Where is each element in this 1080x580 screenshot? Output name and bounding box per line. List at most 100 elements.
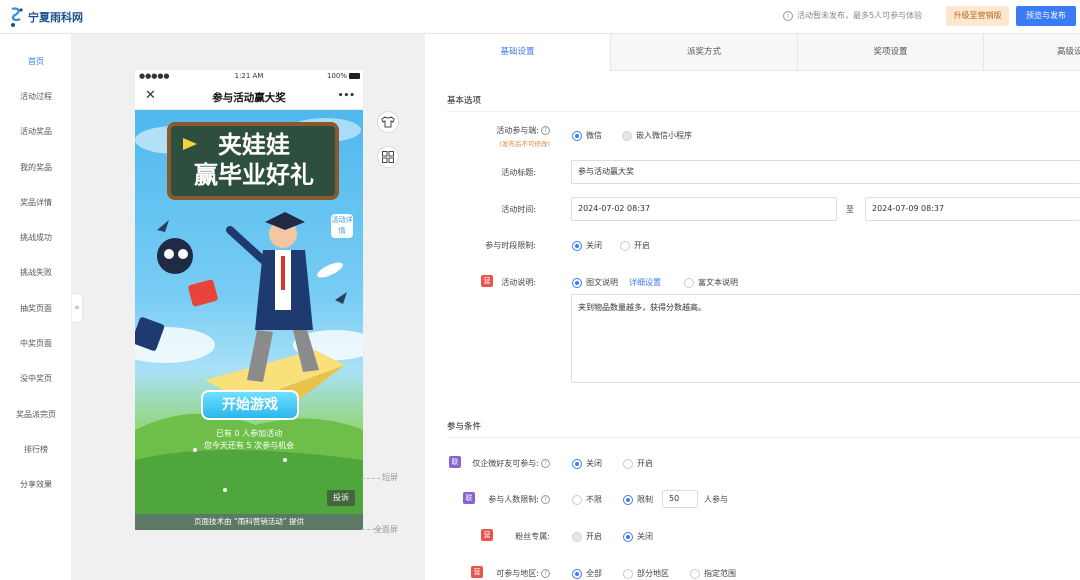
region-option-label: 指定范围: [704, 569, 736, 578]
short-screen-guide: [362, 478, 380, 479]
poster-title-line2: 赢毕业好礼: [194, 161, 314, 189]
sidebar-item-no-win[interactable]: 没中奖页: [0, 373, 72, 384]
report-button[interactable]: 投诉: [327, 490, 355, 506]
region-option-partial[interactable]: 部分地区: [623, 568, 669, 579]
radio-on: [572, 277, 582, 288]
slot-option-on[interactable]: 开启: [620, 240, 650, 251]
layout-tool-button[interactable]: [377, 146, 399, 168]
publish-notice: i 活动暂未发布，最多5人可参与体验: [783, 10, 922, 21]
upgrade-button[interactable]: 升级至营销版: [946, 6, 1009, 26]
sidebar-item-fail[interactable]: 挑战失败: [0, 267, 72, 278]
radio-disabled: [572, 531, 582, 542]
help-icon[interactable]: ?: [541, 126, 550, 135]
radio-on: [572, 458, 582, 469]
sidebar-item-sold-out[interactable]: 奖品派完页: [0, 409, 72, 420]
phone-preview: ●●●●● 1:21 AM 100% ✕ 参与活动赢大奖 ••• 夹娃娃 赢毕业…: [135, 70, 363, 530]
battery-text: 100%: [326, 72, 347, 80]
collapse-sidebar-button[interactable]: «: [72, 293, 83, 323]
tab-award-method[interactable]: 派奖方式: [611, 34, 798, 71]
sidebar-item-share[interactable]: 分享效果: [0, 479, 72, 490]
sidebar-item-my-prizes[interactable]: 我的奖品: [0, 162, 72, 173]
sidebar-item-winning[interactable]: 中奖页面: [0, 338, 72, 349]
sidebar-item-lottery[interactable]: 抽奖页面: [0, 303, 72, 314]
divider: [447, 111, 1080, 112]
marketing-badge: 营: [481, 275, 493, 287]
grid-icon: [382, 151, 394, 163]
union-badge: 联: [449, 456, 461, 468]
battery-icon: [349, 73, 360, 79]
logo-icon: [11, 7, 23, 27]
help-icon[interactable]: ?: [541, 495, 550, 504]
fans-option-label: 关闭: [637, 532, 653, 541]
desc-option-richtext[interactable]: 富文本说明: [684, 277, 738, 288]
start-game-button[interactable]: 开始游戏: [201, 390, 299, 420]
description-textarea[interactable]: 夹到物品数量越多，获得分数越高。: [571, 294, 1080, 383]
help-icon[interactable]: ?: [541, 569, 550, 578]
radio-disabled: [622, 130, 632, 141]
count-option-unlimited[interactable]: 不限: [572, 494, 602, 505]
more-icon[interactable]: •••: [338, 91, 355, 101]
radio-off: [572, 494, 582, 505]
end-time-input[interactable]: 2024-07-09 08:37: [865, 197, 1080, 221]
radio-on: [572, 568, 582, 579]
entry-label-text: 活动参与端:: [496, 126, 539, 135]
phone-nav-bar: ✕ 参与活动赢大奖 •••: [135, 84, 363, 110]
phone-status-bar: ●●●●● 1:21 AM 100%: [135, 70, 363, 84]
sidebar-item-prize-detail[interactable]: 奖品详情: [0, 197, 72, 208]
settings-tabs: 基础设置 派奖方式 奖项设置 高级设: [425, 34, 1080, 71]
radio-off: [623, 568, 633, 579]
count-limit-input[interactable]: 50: [662, 490, 698, 508]
desc-option-label: 富文本说明: [698, 278, 738, 287]
fans-option-label: 开启: [586, 532, 602, 541]
shirt-icon: [381, 116, 395, 128]
sidebar-item-success[interactable]: 挑战成功: [0, 232, 72, 243]
fans-only-label: 粉丝专属:: [515, 532, 550, 541]
tab-basic[interactable]: 基础设置: [425, 34, 611, 71]
radio-off: [684, 277, 694, 288]
desc-option-graphic[interactable]: 图文说明: [572, 277, 618, 288]
description-label: 活动说明:: [501, 278, 536, 287]
short-screen-label: 短屏: [382, 473, 398, 482]
theme-tool-button[interactable]: [377, 111, 399, 133]
title-input[interactable]: 参与活动赢大奖: [571, 160, 1080, 184]
slot-option-label: 关闭: [586, 241, 602, 250]
preview-publish-button[interactable]: 预览与发布: [1016, 6, 1076, 26]
fans-option-on[interactable]: 开启: [572, 531, 602, 542]
logo[interactable]: 宁夏雨科网: [9, 6, 83, 28]
region-option-all[interactable]: 全部: [572, 568, 602, 579]
tab-advanced[interactable]: 高级设: [984, 34, 1080, 71]
friends-label-text: 仅企微好友可参与:: [472, 459, 539, 468]
help-icon[interactable]: ?: [541, 459, 550, 468]
radio-off: [620, 240, 630, 251]
count-limit-label: 参与人数限制:?: [477, 494, 550, 505]
activity-detail-tag[interactable]: 活动详情: [331, 214, 353, 238]
entry-note: (发布后不可修改): [499, 140, 550, 148]
slot-option-off[interactable]: 关闭: [572, 240, 602, 251]
sidebar-item-prizes[interactable]: 活动奖品: [0, 126, 72, 137]
time-label: 活动时间:: [501, 205, 536, 214]
radio-on: [572, 130, 582, 141]
sidebar-item-home[interactable]: 首页: [0, 56, 72, 67]
friends-option-on[interactable]: 开启: [623, 458, 653, 469]
entry-option-wechat[interactable]: 微信: [572, 130, 602, 141]
detail-settings-link[interactable]: 详细设置: [629, 277, 661, 288]
notice-text: 活动暂未发布，最多5人可参与体验: [797, 11, 923, 20]
radio-on: [623, 531, 633, 542]
count-option-limited[interactable]: 限制: [623, 494, 653, 505]
radio-on: [623, 494, 633, 505]
sidebar-item-ranking[interactable]: 排行榜: [0, 444, 72, 455]
tab-prize-settings[interactable]: 奖项设置: [798, 34, 984, 71]
full-screen-label: 全面屏: [374, 525, 398, 534]
friends-option-label: 开启: [637, 459, 653, 468]
start-time-input[interactable]: 2024-07-02 08:37: [571, 197, 837, 221]
fans-option-off[interactable]: 关闭: [623, 531, 653, 542]
slot-limit-label: 参与时段限制:: [485, 241, 536, 250]
region-option-range[interactable]: 指定范围: [690, 568, 736, 579]
entry-option-miniprogram[interactable]: 嵌入微信小程序: [622, 130, 692, 141]
page-sidebar: 首页 活动过程 活动奖品 我的奖品 奖品详情 挑战成功 挑战失败 抽奖页面 中奖…: [0, 34, 72, 580]
basic-options-heading: 基本选项: [447, 96, 482, 106]
friends-option-off[interactable]: 关闭: [572, 458, 602, 469]
logo-text: 宁夏雨科网: [28, 11, 83, 24]
sidebar-item-process[interactable]: 活动过程: [0, 91, 72, 102]
time-separator: 至: [846, 205, 854, 214]
